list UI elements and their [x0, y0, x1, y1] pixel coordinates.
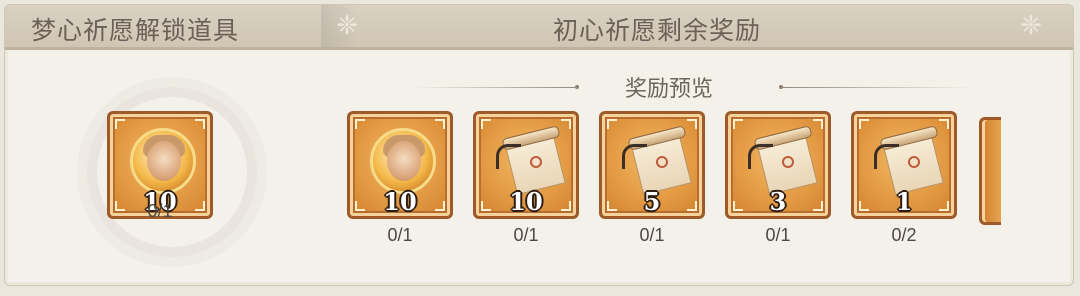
reward-item[interactable]: 3	[725, 111, 831, 219]
reward-item[interactable]: 10	[473, 111, 579, 219]
remaining-rewards-title: 初心祈愿剩余奖励	[553, 16, 762, 45]
item-progress: 0/1	[147, 201, 173, 221]
scroll-icon	[870, 125, 944, 196]
reward-preview-title: 奖励预览	[625, 77, 714, 102]
unlock-items-title: 梦心祈愿解锁道具	[31, 16, 240, 45]
character-coin-icon	[370, 128, 436, 194]
item-progress: 0/1	[639, 225, 665, 245]
reward-item[interactable]: 10	[347, 111, 453, 219]
reward-item[interactable]: 5	[599, 111, 705, 219]
preview-divider-right	[783, 87, 973, 88]
item-count: 10	[383, 187, 417, 216]
scroll-icon	[744, 125, 818, 196]
panel-header: 梦心祈愿解锁道具 ❈ 初心祈愿剩余奖励 ❈	[5, 5, 1073, 50]
preview-divider-left	[413, 87, 575, 88]
item-progress: 0/1	[765, 225, 791, 245]
item-progress: 0/1	[387, 225, 413, 245]
item-count: 1	[895, 187, 913, 216]
item-count: 10	[509, 187, 543, 216]
item-count: 5	[643, 187, 661, 216]
reward-item[interactable]: 1	[851, 111, 957, 219]
ornament-icon: ❈	[336, 11, 358, 41]
scroll-icon	[618, 125, 692, 196]
scroll-icon	[492, 125, 566, 196]
ornament-icon: ❈	[1020, 11, 1042, 41]
item-progress: 0/2	[891, 225, 917, 245]
item-count: 3	[769, 187, 787, 216]
character-coin-icon	[130, 128, 196, 194]
item-progress: 0/1	[513, 225, 539, 245]
reward-item-partial[interactable]	[979, 117, 1001, 225]
divider-dot	[575, 85, 579, 89]
reward-panel: 梦心祈愿解锁道具 ❈ 初心祈愿剩余奖励 ❈ 奖励预览 10 0/1 10 0/1…	[4, 4, 1074, 286]
